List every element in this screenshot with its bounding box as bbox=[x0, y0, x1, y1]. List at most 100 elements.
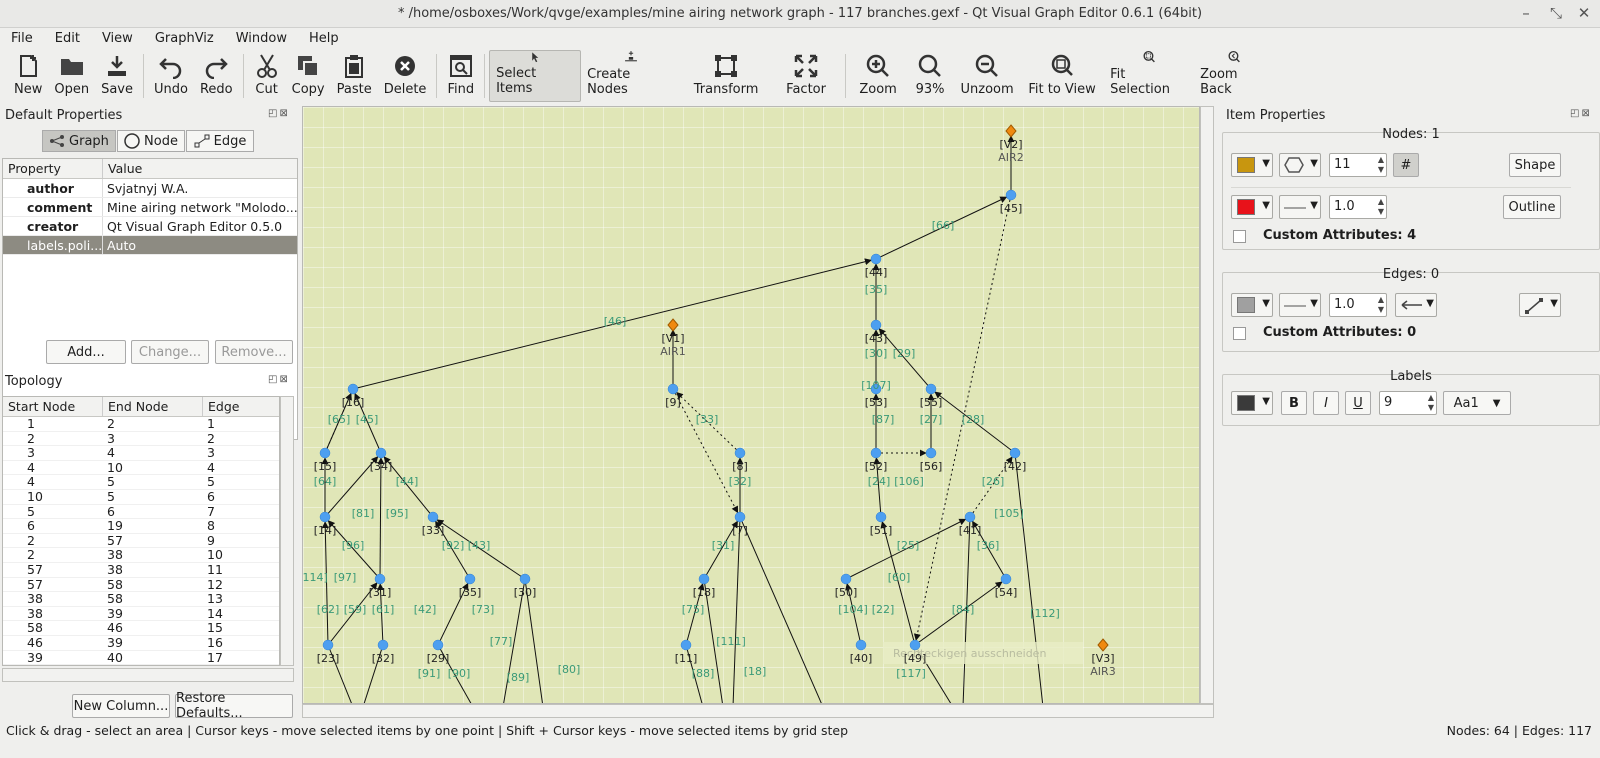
table-row[interactable]: comment Mine airing network "Molodo... bbox=[3, 198, 297, 217]
save-button[interactable]: Save bbox=[95, 50, 139, 102]
minimize-icon[interactable]: – bbox=[1514, 0, 1538, 28]
graph-node[interactable] bbox=[734, 447, 746, 459]
node-outline-color-button[interactable]: ▼ bbox=[1231, 195, 1273, 219]
graph-node[interactable] bbox=[427, 511, 439, 523]
graph-node[interactable] bbox=[667, 383, 679, 395]
graph-node[interactable] bbox=[870, 319, 882, 331]
table-row[interactable]: author Svjatnyj W.A. bbox=[3, 179, 297, 198]
column-value[interactable]: Value bbox=[103, 159, 142, 178]
graph-node[interactable] bbox=[1000, 573, 1012, 585]
graph-node[interactable] bbox=[680, 639, 692, 651]
select-items-button[interactable]: Select Items bbox=[489, 50, 582, 102]
air-node[interactable] bbox=[667, 318, 679, 332]
property-value[interactable]: Qt Visual Graph Editor 0.5.0 bbox=[103, 217, 297, 235]
maximize-icon[interactable]: ⤡ bbox=[1544, 0, 1568, 28]
canvas-horizontal-scrollbar[interactable] bbox=[302, 704, 1214, 718]
graph-node[interactable] bbox=[1009, 447, 1021, 459]
graph-node[interactable] bbox=[432, 639, 444, 651]
table-row[interactable]: 46 39 16 bbox=[3, 636, 279, 651]
topology-horizontal-scrollbar[interactable] bbox=[2, 668, 294, 682]
edge-color-button[interactable]: ▼ bbox=[1231, 293, 1273, 317]
edge-custom-attributes-checkbox[interactable] bbox=[1233, 327, 1246, 340]
air-node[interactable] bbox=[1005, 124, 1017, 138]
table-row[interactable]: 58 46 15 bbox=[3, 621, 279, 636]
shape-button[interactable]: Shape bbox=[1509, 153, 1561, 177]
graph-canvas[interactable]: Rechteckigen ausschneiden [V2] AIR2 [V1] AIR… bbox=[302, 106, 1200, 704]
tab-graph[interactable]: Graph bbox=[42, 130, 116, 152]
bold-button[interactable]: B bbox=[1281, 391, 1307, 415]
node-outline-style-button[interactable]: ▼ bbox=[1279, 195, 1321, 219]
graph-node[interactable] bbox=[319, 511, 331, 523]
menu-view[interactable]: View bbox=[91, 28, 144, 50]
table-row[interactable]: 57 58 12 bbox=[3, 578, 279, 593]
table-row[interactable]: 39 40 17 bbox=[3, 651, 279, 665]
add-button[interactable]: Add... bbox=[46, 340, 126, 364]
italic-button[interactable]: I bbox=[1313, 391, 1339, 415]
tab-node[interactable]: Node bbox=[117, 130, 185, 152]
new-button[interactable]: New bbox=[8, 50, 48, 102]
graph-node[interactable] bbox=[734, 511, 746, 523]
font-button[interactable]: Aa1 ▼ bbox=[1443, 391, 1511, 415]
table-row[interactable]: creator Qt Visual Graph Editor 0.5.0 bbox=[3, 217, 297, 236]
graph-node[interactable] bbox=[375, 447, 387, 459]
node-size-spinbox[interactable]: 11 ▲ ▼ bbox=[1329, 153, 1387, 177]
graph-node[interactable] bbox=[925, 447, 937, 459]
label-color-button[interactable]: ▼ bbox=[1231, 391, 1273, 415]
graph-node[interactable] bbox=[964, 511, 976, 523]
spin-arrows-icon[interactable]: ▲ ▼ bbox=[1378, 155, 1384, 175]
column-property[interactable]: Property bbox=[3, 159, 103, 178]
paste-button[interactable]: Paste bbox=[331, 50, 378, 102]
create-nodes-button[interactable]: Create Nodes bbox=[581, 50, 681, 102]
topology-vertical-scrollbar[interactable] bbox=[280, 396, 294, 666]
graph-node[interactable] bbox=[698, 573, 710, 585]
column-end-node[interactable]: End Node bbox=[103, 397, 203, 416]
table-row-selected[interactable]: labels.poli... Auto bbox=[3, 236, 297, 255]
change-button[interactable]: Change... bbox=[131, 340, 209, 364]
outline-width-spinbox[interactable]: 1.0 ▲ ▼ bbox=[1329, 195, 1387, 219]
zoom-back-button[interactable]: Zoom Back bbox=[1194, 50, 1274, 102]
table-row[interactable]: 10 5 6 bbox=[3, 490, 279, 505]
table-row[interactable]: 2 38 10 bbox=[3, 548, 279, 563]
spin-arrows-icon[interactable]: ▲ ▼ bbox=[1378, 295, 1384, 315]
close-icon[interactable]: ✕ bbox=[1572, 0, 1596, 28]
table-row[interactable]: 232 bbox=[3, 432, 279, 447]
table-row[interactable]: 567 bbox=[3, 505, 279, 520]
dock-float-close-icons[interactable]: ◰⊠ bbox=[268, 374, 290, 385]
zoom-button[interactable]: Zoom bbox=[850, 50, 906, 102]
graph-node[interactable] bbox=[319, 447, 331, 459]
column-start-node[interactable]: Start Node bbox=[3, 397, 103, 416]
delete-button[interactable]: Delete bbox=[378, 50, 433, 102]
edge-style-button[interactable]: ▼ bbox=[1279, 293, 1321, 317]
menu-graphviz[interactable]: GraphViz bbox=[144, 28, 225, 50]
graph-node[interactable] bbox=[464, 573, 476, 585]
find-button[interactable]: Find bbox=[441, 50, 480, 102]
air-node[interactable] bbox=[1097, 638, 1109, 652]
menu-file[interactable]: File bbox=[0, 28, 44, 50]
edge-direction-button[interactable]: ▼ bbox=[1395, 293, 1437, 317]
undo-button[interactable]: Undo bbox=[148, 50, 194, 102]
graph-node[interactable] bbox=[870, 253, 882, 265]
graph-edge[interactable] bbox=[672, 388, 741, 518]
column-edge[interactable]: Edge bbox=[203, 397, 239, 416]
menu-help[interactable]: Help bbox=[298, 28, 350, 50]
outline-button[interactable]: Outline bbox=[1503, 195, 1561, 219]
graph-node[interactable] bbox=[519, 573, 531, 585]
restore-defaults-button[interactable]: Restore Defaults... bbox=[175, 691, 293, 721]
table-row[interactable]: 4 10 4 bbox=[3, 461, 279, 476]
table-row[interactable]: 6 19 8 bbox=[3, 519, 279, 534]
graph-svg[interactable]: Rechteckigen ausschneiden[V2]AIR2[V1]AIR… bbox=[303, 107, 1200, 704]
transform-button[interactable]: Transform bbox=[681, 50, 771, 102]
property-value[interactable]: Mine airing network "Molodo... bbox=[103, 198, 297, 216]
table-row[interactable]: 38 58 13 bbox=[3, 592, 279, 607]
edge-width-spinbox[interactable]: 1.0 ▲ ▼ bbox=[1329, 293, 1387, 317]
property-value[interactable]: Auto bbox=[103, 236, 297, 254]
menu-window[interactable]: Window bbox=[225, 28, 298, 50]
dock-float-close-icons[interactable]: ◰⊠ bbox=[1570, 108, 1592, 119]
node-shape-button[interactable]: ▼ bbox=[1279, 153, 1321, 177]
graph-node[interactable] bbox=[875, 511, 887, 523]
graph-node[interactable] bbox=[925, 383, 937, 395]
table-row[interactable]: 121 bbox=[3, 417, 279, 432]
spin-arrows-icon[interactable]: ▲ ▼ bbox=[1428, 393, 1434, 413]
dock-float-close-icons[interactable]: ◰⊠ bbox=[268, 108, 290, 119]
table-row[interactable]: 57 38 11 bbox=[3, 563, 279, 578]
